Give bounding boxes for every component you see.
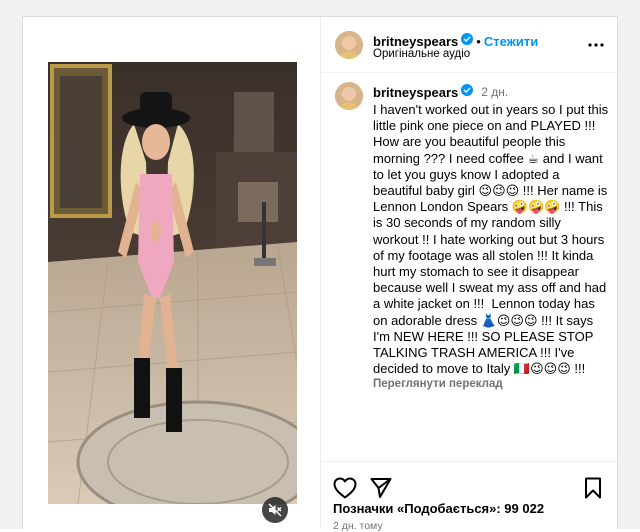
post-video[interactable]	[48, 62, 297, 504]
post-sidebar: britneyspears • Стежити Оригінальне ауді…	[321, 17, 617, 532]
bookmark-icon[interactable]	[581, 476, 605, 500]
media-pane	[23, 17, 321, 530]
video-frame-image	[48, 62, 297, 504]
caption-verified-badge-icon	[461, 83, 474, 101]
caption-avatar[interactable]	[335, 82, 363, 110]
page-backdrop-right	[618, 0, 640, 529]
caption-text: I haven't worked out in years so I put t…	[373, 102, 612, 377]
follow-button[interactable]: Стежити	[484, 34, 538, 49]
avatar-image	[335, 31, 363, 59]
page-backdrop-left	[0, 0, 22, 529]
speaker-muted-icon[interactable]	[262, 497, 288, 523]
caption-block: britneyspears 2 дн. I haven't worked out…	[373, 83, 609, 390]
header-username[interactable]: britneyspears	[373, 34, 458, 49]
caption-username[interactable]: britneyspears	[373, 85, 458, 100]
action-bar	[321, 461, 617, 502]
paper-plane-icon[interactable]	[369, 476, 393, 500]
post-date[interactable]: 2 дн. тому	[333, 520, 383, 532]
caption-avatar-image	[335, 82, 363, 110]
heart-icon[interactable]	[333, 476, 357, 500]
likes-count[interactable]: Позначки «Подобається»: 99 022	[333, 501, 544, 516]
page-backdrop-top	[0, 0, 640, 16]
separator-dot: •	[476, 33, 481, 49]
avatar[interactable]	[335, 31, 363, 59]
post-header: britneyspears • Стежити Оригінальне ауді…	[321, 17, 617, 73]
audio-label[interactable]: Оригінальне аудіо	[373, 48, 470, 60]
caption-header: britneyspears 2 дн.	[373, 83, 609, 101]
see-translation-link[interactable]: Переглянути переклад	[373, 378, 609, 390]
more-options-icon[interactable]	[585, 35, 607, 55]
caption-time[interactable]: 2 дн.	[481, 85, 508, 99]
post-modal: britneyspears • Стежити Оригінальне ауді…	[22, 16, 618, 532]
